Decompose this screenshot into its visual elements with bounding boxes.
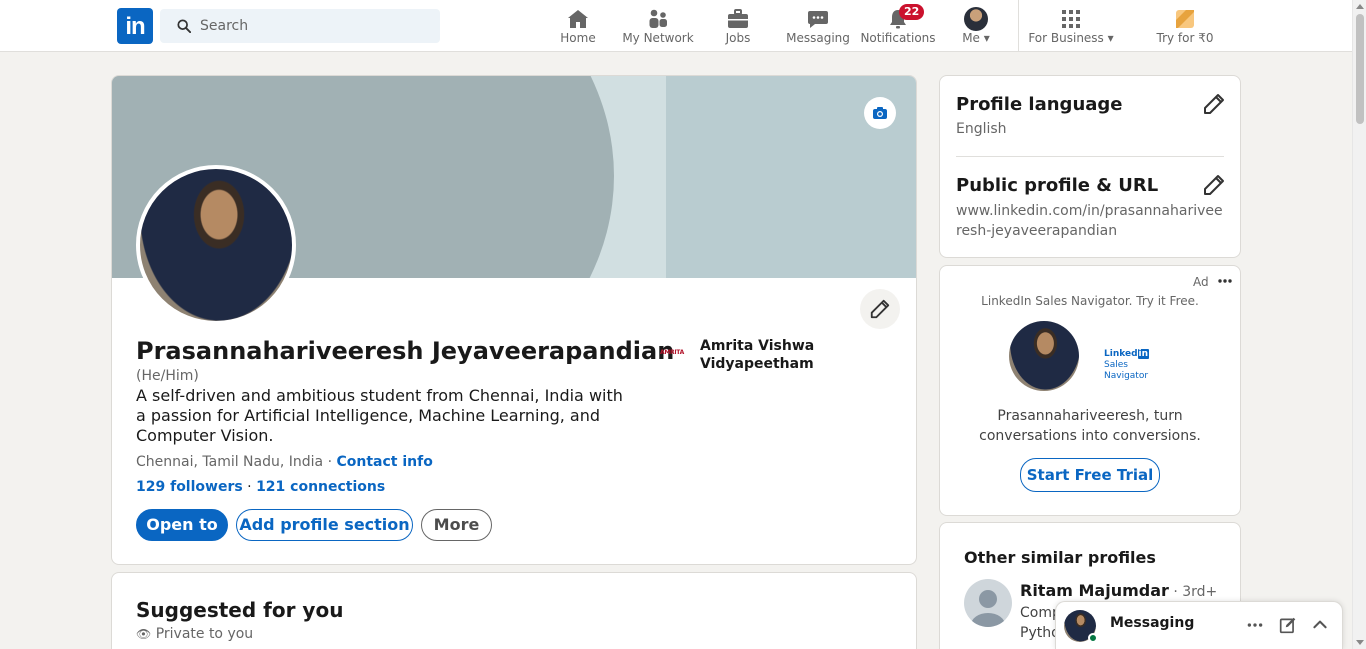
camera-icon [873, 107, 887, 119]
more-options-icon[interactable] [1246, 616, 1264, 634]
suggested-title: Suggested for you [136, 598, 344, 622]
divider [956, 156, 1224, 157]
me-avatar [964, 7, 988, 31]
chevron-down-icon: ▾ [1107, 31, 1114, 45]
nav-divider [1018, 0, 1019, 52]
nav-for-business-label: For Business ▾ [1028, 31, 1114, 45]
nav-notifications[interactable]: 22 Notifications [860, 0, 936, 52]
profile-card: Prasannahariveeresh Jeyaveerapandian (He… [111, 75, 917, 565]
more-button[interactable]: More [421, 509, 492, 541]
search-icon [177, 19, 191, 33]
compose-icon[interactable] [1279, 616, 1297, 634]
nav-messaging-label: Messaging [786, 31, 850, 45]
similar-profiles-title: Other similar profiles [964, 548, 1156, 567]
messaging-title[interactable]: Messaging [1110, 615, 1194, 631]
grid-icon [1062, 10, 1080, 28]
nav-home[interactable]: Home [553, 0, 603, 52]
search-bar[interactable] [160, 9, 440, 43]
edit-banner-button[interactable] [864, 97, 896, 129]
public-profile-title: Public profile & URL [956, 175, 1159, 196]
university-logo: AMRITA [660, 349, 684, 356]
search-input[interactable] [200, 9, 430, 43]
ad-tagline: LinkedIn Sales Navigator. Try it Free. [981, 294, 1199, 308]
home-icon [568, 10, 588, 28]
open-to-button[interactable]: Open to [136, 509, 228, 541]
pencil-icon[interactable] [1202, 173, 1226, 197]
nav-try-premium-label: Try for ₹0 [1156, 31, 1214, 45]
profile-language-value: English [956, 121, 1007, 137]
nav-my-network[interactable]: My Network [620, 0, 696, 52]
profile-pronouns: (He/Him) [136, 368, 199, 384]
chat-bubble-icon [808, 11, 828, 28]
person-icon [971, 590, 1005, 627]
nav-home-label: Home [560, 31, 596, 45]
briefcase-icon [728, 9, 748, 28]
linkedin-logo[interactable]: in [117, 8, 153, 44]
ad-user-avatar [1009, 321, 1079, 391]
contact-info-link[interactable]: Contact info [337, 454, 433, 470]
nav-my-network-label: My Network [622, 31, 694, 45]
start-free-trial-button[interactable]: Start Free Trial [1020, 458, 1160, 492]
pencil-icon [870, 299, 890, 319]
chevron-up-icon[interactable] [1311, 616, 1329, 634]
profile-language-title: Profile language [956, 94, 1123, 115]
edit-intro-button[interactable] [860, 289, 900, 329]
nav-try-premium[interactable]: Try for ₹0 [1150, 0, 1220, 52]
ad-card: Ad LinkedIn Sales Navigator. Try it Free… [939, 265, 1241, 516]
profile-stats: 129 followers · 121 connections [136, 479, 385, 495]
profile-headline: A self-driven and ambitious student from… [136, 386, 623, 445]
page-scrollbar[interactable] [1352, 0, 1366, 649]
chevron-down-icon: ▾ [983, 31, 990, 45]
profile-photo[interactable] [136, 165, 296, 325]
profile-location-row: Chennai, Tamil Nadu, India · Contact inf… [136, 454, 433, 470]
separator: · [323, 454, 337, 470]
similar-person-name[interactable]: Ritam Majumdar · 3rd+ [1020, 581, 1217, 600]
followers-link[interactable]: 129 followers [136, 479, 243, 495]
scroll-up-arrow-icon[interactable] [1356, 4, 1364, 9]
connection-degree: · 3rd+ [1168, 584, 1218, 600]
nav-for-business[interactable]: For Business ▾ [1028, 0, 1114, 52]
separator: · [247, 479, 257, 495]
profile-name: Prasannahariveeresh Jeyaveerapandian [136, 337, 675, 365]
scroll-down-arrow-icon[interactable] [1356, 640, 1364, 645]
eye-icon: 👁 [136, 627, 152, 641]
profile-location: Chennai, Tamil Nadu, India [136, 454, 324, 470]
add-profile-section-button[interactable]: Add profile section [236, 509, 413, 541]
ad-text: Prasannahariveeresh, turn conversations … [979, 408, 1201, 444]
avatar[interactable] [964, 579, 1012, 627]
pencil-icon[interactable] [1202, 92, 1226, 116]
sales-navigator-logo: Linkedin Sales Navigator [1104, 349, 1150, 381]
public-profile-url[interactable]: www.linkedin.com/in/prasannahariveeresh-… [956, 201, 1226, 241]
top-navigation: in Home My Network Jobs Messaging 22 Not… [0, 0, 1352, 52]
more-options-icon[interactable] [1217, 273, 1233, 289]
scroll-thumb[interactable] [1356, 14, 1364, 124]
profile-settings-card: Profile language English Public profile … [939, 75, 1241, 258]
connections-link[interactable]: 121 connections [256, 479, 385, 495]
online-status-icon [1088, 633, 1098, 643]
messaging-overlay[interactable]: Messaging [1055, 601, 1343, 649]
nav-me-label: Me ▾ [962, 31, 990, 45]
suggested-subtitle: 👁 Private to you [136, 626, 254, 642]
nav-messaging[interactable]: Messaging [785, 0, 851, 52]
ad-label: Ad [1193, 275, 1209, 289]
notifications-badge: 22 [899, 4, 925, 20]
education-name: Amrita Vishwa Vidyapeetham [700, 338, 815, 372]
nav-jobs-label: Jobs [725, 31, 751, 45]
people-icon [649, 9, 667, 28]
nav-me[interactable]: Me ▾ [952, 0, 1000, 52]
suggested-card: Suggested for you 👁 Private to you [111, 572, 917, 649]
nav-jobs[interactable]: Jobs [713, 0, 763, 52]
premium-icon [1176, 10, 1194, 28]
nav-notifications-label: Notifications [860, 31, 936, 45]
similar-person-headline: Pytho [1020, 625, 1060, 641]
